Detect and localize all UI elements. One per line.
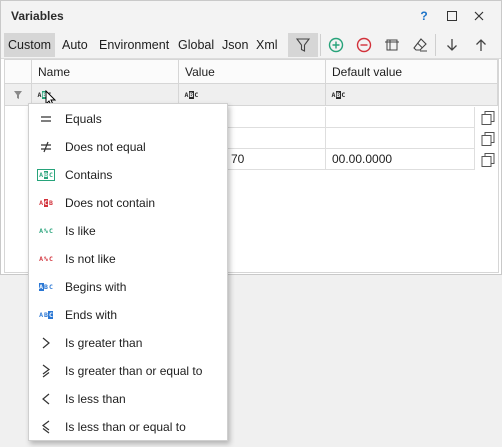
tab-json[interactable]: Json xyxy=(218,33,252,57)
remove-icon xyxy=(356,37,372,53)
menu-item-contains[interactable]: ABC Contains xyxy=(29,161,227,189)
contains-icon: ABC xyxy=(331,90,346,100)
menu-item-ends-with[interactable]: ABC Ends with xyxy=(29,301,227,329)
close-icon xyxy=(474,11,484,21)
menu-item-is-greater-than[interactable]: Is greater than xyxy=(29,329,227,357)
menu-item-is-like[interactable]: A% C Is like xyxy=(29,217,227,245)
default-value-cell[interactable] xyxy=(326,107,475,128)
tab-auto[interactable]: Auto xyxy=(58,33,92,57)
not-equal-icon xyxy=(29,133,63,161)
column-header-name[interactable]: Name xyxy=(32,60,179,84)
toolbar-separator xyxy=(435,34,436,56)
menu-item-is-not-like[interactable]: A% C Is not like xyxy=(29,245,227,273)
tab-global[interactable]: Global xyxy=(174,33,218,57)
close-button[interactable] xyxy=(468,6,490,26)
ends-with-icon: ABC xyxy=(39,310,54,320)
is-like-icon: A% C xyxy=(39,226,53,235)
move-up-button[interactable] xyxy=(468,33,494,57)
greater-or-equal-icon xyxy=(29,357,63,385)
remove-variable-button[interactable] xyxy=(351,33,377,57)
equals-icon xyxy=(29,105,63,133)
clear-button[interactable] xyxy=(407,33,433,57)
arrow-down-icon xyxy=(447,39,457,51)
less-or-equal-icon xyxy=(29,413,63,441)
add-icon xyxy=(328,37,344,53)
is-not-like-icon: A% C xyxy=(39,254,53,263)
menu-item-is-less-than[interactable]: Is less than xyxy=(29,385,227,413)
maximize-icon xyxy=(447,11,457,21)
maximize-button[interactable] xyxy=(441,6,463,26)
less-than-icon xyxy=(29,385,63,413)
menu-item-is-greater-than-or-equal-to[interactable]: Is greater than or equal to xyxy=(29,357,227,385)
row-indicator-header xyxy=(5,60,32,84)
funnel-icon xyxy=(14,91,22,99)
contains-icon: ABC xyxy=(29,161,63,189)
title-bar: Variables ? xyxy=(1,1,501,31)
help-button[interactable]: ? xyxy=(413,6,435,26)
eraser-icon xyxy=(413,38,427,52)
tab-custom[interactable]: Custom xyxy=(4,33,56,57)
tab-environment[interactable]: Environment xyxy=(95,33,173,57)
column-header-value[interactable]: Value xyxy=(179,60,326,84)
contains-icon: ABC xyxy=(184,90,199,100)
column-header-default-value[interactable]: Default value xyxy=(326,60,498,84)
begins-with-icon: ABC xyxy=(38,282,53,292)
funnel-icon xyxy=(295,38,311,52)
toolbar: Custom Auto Environment Global Json Xml xyxy=(1,31,501,59)
copy-icon[interactable] xyxy=(480,152,496,168)
move-down-button[interactable] xyxy=(439,33,465,57)
add-variable-button[interactable] xyxy=(323,33,349,57)
toolbar-separator xyxy=(320,34,321,56)
window-title: Variables xyxy=(11,9,64,23)
menu-item-begins-with[interactable]: ABC Begins with xyxy=(29,273,227,301)
default-value-cell[interactable] xyxy=(326,128,475,149)
arrow-up-icon xyxy=(476,39,486,51)
greater-than-icon xyxy=(29,329,63,357)
menu-item-does-not-contain[interactable]: ACB Does not contain xyxy=(29,189,227,217)
menu-item-equals[interactable]: Equals xyxy=(29,105,227,133)
filter-toggle-button[interactable] xyxy=(288,33,318,57)
does-not-contain-icon: ACB xyxy=(39,198,53,208)
filter-condition-menu: Equals Does not equal ABC Contains ACB D… xyxy=(28,103,228,441)
copy-icon[interactable] xyxy=(480,110,496,126)
menu-item-does-not-equal[interactable]: Does not equal xyxy=(29,133,227,161)
filter-cell-default-value[interactable]: ABC xyxy=(326,84,498,106)
default-value-cell[interactable]: 00.00.0000 xyxy=(326,149,475,170)
tab-xml[interactable]: Xml xyxy=(252,33,282,57)
columns-icon xyxy=(385,39,399,51)
menu-item-is-less-than-or-equal-to[interactable]: Is less than or equal to xyxy=(29,413,227,441)
copy-icon[interactable] xyxy=(480,131,496,147)
columns-button[interactable] xyxy=(379,33,405,57)
